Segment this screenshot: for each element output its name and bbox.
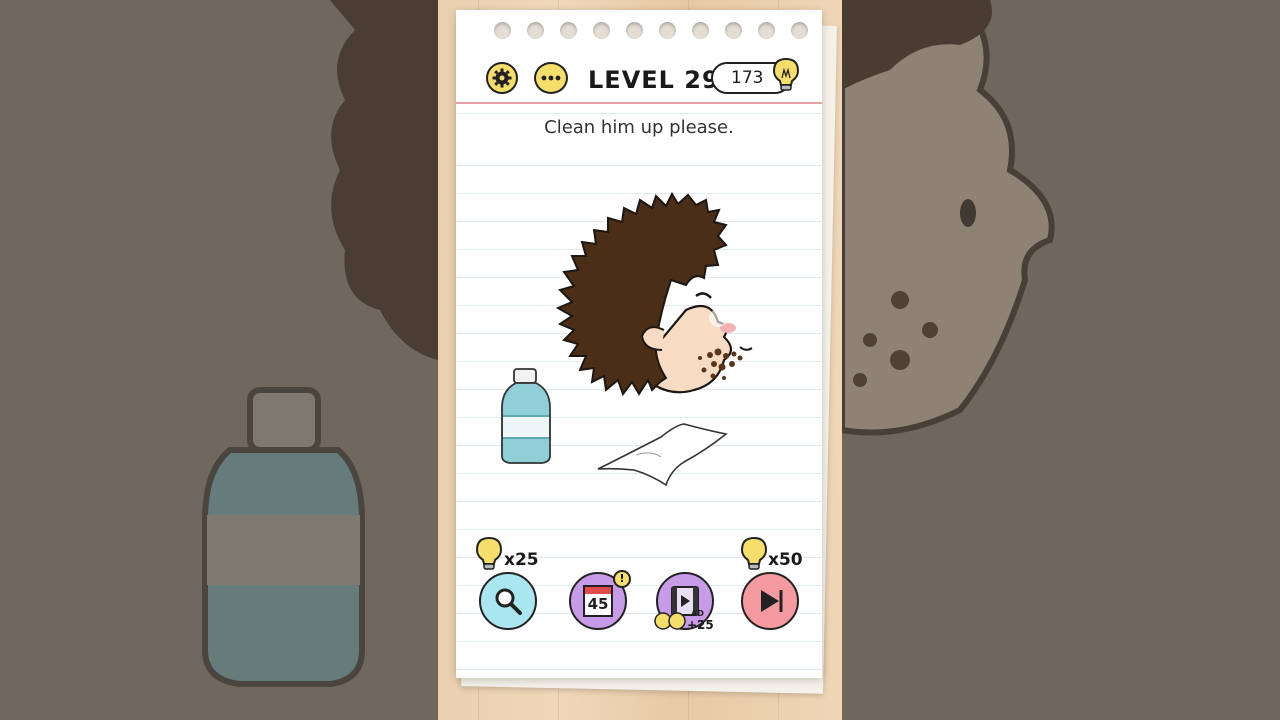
calendar-day: 45 [587, 595, 609, 613]
lightbulb-icon [654, 612, 686, 630]
ad-reward: +25 [687, 618, 714, 632]
calendar-icon: 45 [583, 585, 613, 617]
search-cost: x25 [504, 550, 539, 570]
lightbulb-icon [475, 536, 503, 570]
magnifier-icon [495, 588, 522, 615]
game-area: LEVEL 292 173 Clean him up please. x25 4… [438, 0, 842, 720]
calendar-badge: ! [613, 570, 631, 588]
water-bottle[interactable] [501, 368, 551, 464]
lightbulb-icon [740, 536, 768, 570]
daily-calendar-button[interactable]: 45 ! [569, 570, 631, 630]
play-skip-icon [761, 590, 783, 612]
notebook-page: LEVEL 292 173 Clean him up please. x25 4… [456, 10, 822, 678]
search-hint-button[interactable] [479, 572, 537, 630]
boy-head[interactable] [555, 191, 753, 397]
skip-cost: x50 [768, 550, 803, 570]
skip-level-button[interactable] [741, 572, 799, 630]
tissue-wipe[interactable] [597, 423, 728, 487]
ad-label: AD [691, 609, 704, 618]
